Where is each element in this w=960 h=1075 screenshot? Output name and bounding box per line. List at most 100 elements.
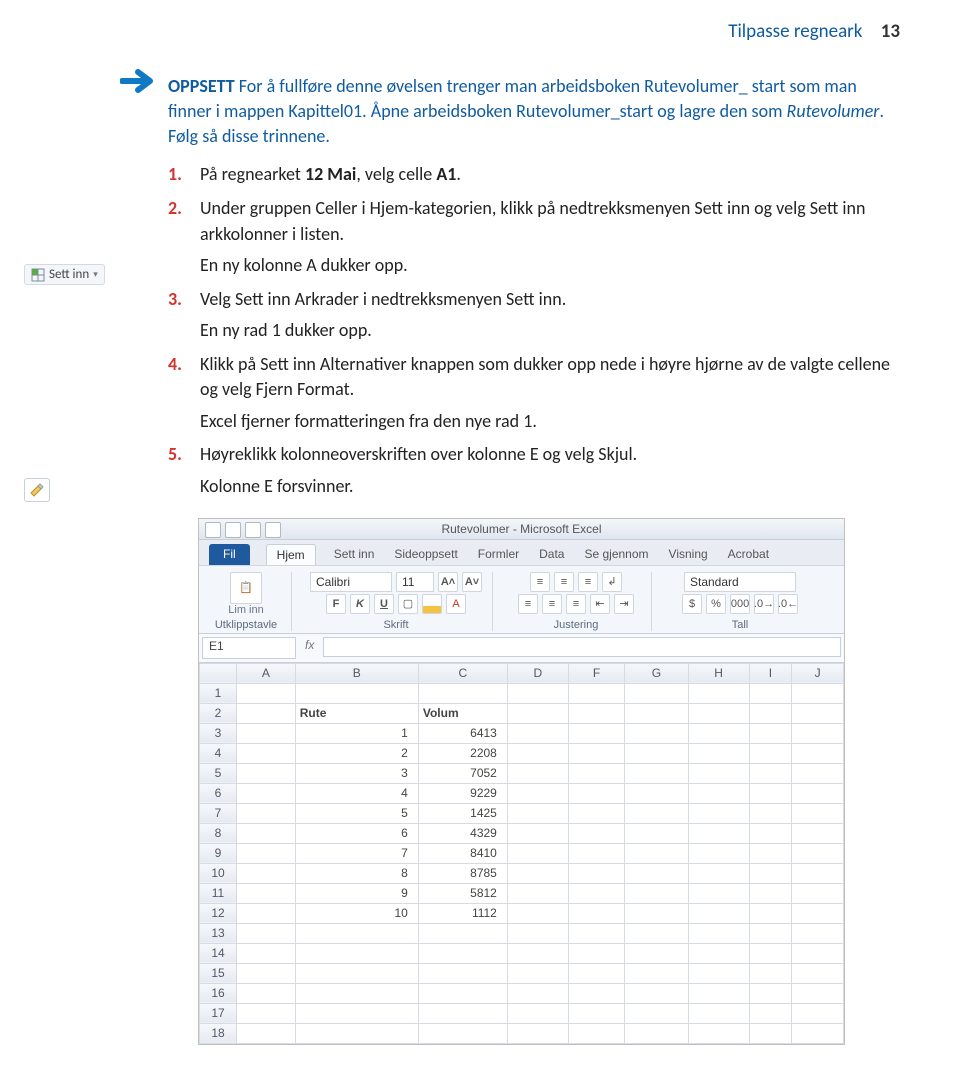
cell[interactable] — [237, 903, 296, 923]
cell[interactable] — [749, 783, 792, 803]
cell[interactable] — [295, 963, 418, 983]
row-header[interactable]: 18 — [200, 1023, 237, 1043]
cell[interactable]: 10 — [295, 903, 418, 923]
cell[interactable] — [418, 1003, 507, 1023]
cell[interactable] — [792, 743, 844, 763]
cell[interactable] — [568, 1023, 624, 1043]
cell[interactable] — [625, 883, 688, 903]
percent-icon[interactable]: % — [706, 594, 726, 614]
cell[interactable] — [792, 683, 844, 703]
col-header[interactable]: I — [749, 663, 792, 683]
col-header[interactable]: J — [792, 663, 844, 683]
cell[interactable] — [507, 863, 568, 883]
cell[interactable] — [792, 963, 844, 983]
cell[interactable] — [688, 723, 749, 743]
cell[interactable] — [792, 1003, 844, 1023]
cell[interactable] — [625, 823, 688, 843]
cell[interactable]: 7 — [295, 843, 418, 863]
worksheet-grid[interactable]: A B C D F G H I J 12RuteVolum31641342220… — [199, 663, 844, 1044]
bold-button[interactable]: F — [326, 594, 346, 614]
cell[interactable] — [507, 903, 568, 923]
cell[interactable]: 9229 — [418, 783, 507, 803]
cell[interactable]: 4 — [295, 783, 418, 803]
cell[interactable] — [507, 883, 568, 903]
cell[interactable] — [625, 763, 688, 783]
cell[interactable] — [749, 843, 792, 863]
cell[interactable] — [418, 1023, 507, 1043]
decrease-indent-icon[interactable]: ⇤ — [590, 594, 610, 614]
name-box[interactable]: E1 — [202, 637, 296, 659]
cell[interactable] — [625, 803, 688, 823]
cell[interactable] — [237, 943, 296, 963]
align-middle-icon[interactable]: ≡ — [554, 572, 574, 592]
col-header[interactable]: B — [295, 663, 418, 683]
row-header[interactable]: 13 — [200, 923, 237, 943]
row-header[interactable]: 9 — [200, 843, 237, 863]
cell[interactable] — [792, 803, 844, 823]
row-header[interactable]: 7 — [200, 803, 237, 823]
cell[interactable]: 5 — [295, 803, 418, 823]
fill-color-icon[interactable] — [422, 594, 442, 614]
grow-font-icon[interactable]: A˄ — [438, 572, 458, 592]
cell[interactable] — [625, 683, 688, 703]
tab-acrobat[interactable]: Acrobat — [726, 544, 771, 565]
row-header[interactable]: 14 — [200, 943, 237, 963]
align-left-icon[interactable]: ≡ — [518, 594, 538, 614]
cell[interactable] — [625, 1023, 688, 1043]
increase-decimal-icon[interactable]: .0→ — [754, 594, 774, 614]
cell[interactable] — [792, 723, 844, 743]
cell[interactable]: 3 — [295, 763, 418, 783]
cell[interactable] — [295, 923, 418, 943]
cell[interactable] — [507, 943, 568, 963]
number-format-combo[interactable]: Standard — [684, 572, 796, 592]
tab-review[interactable]: Se gjennom — [582, 544, 650, 565]
cell[interactable] — [688, 1023, 749, 1043]
cell[interactable] — [568, 903, 624, 923]
cell[interactable] — [568, 683, 624, 703]
cell[interactable] — [418, 963, 507, 983]
cell[interactable] — [625, 923, 688, 943]
cell[interactable] — [418, 943, 507, 963]
cell[interactable] — [625, 963, 688, 983]
cell[interactable] — [568, 843, 624, 863]
row-header[interactable]: 10 — [200, 863, 237, 883]
cell[interactable] — [295, 683, 418, 703]
cell[interactable] — [792, 1023, 844, 1043]
cell[interactable]: 9 — [295, 883, 418, 903]
cell[interactable] — [568, 943, 624, 963]
cell[interactable] — [749, 883, 792, 903]
cell[interactable] — [749, 823, 792, 843]
cell[interactable] — [749, 983, 792, 1003]
align-top-icon[interactable]: ≡ — [530, 572, 550, 592]
row-header[interactable]: 16 — [200, 983, 237, 1003]
cell[interactable] — [688, 923, 749, 943]
cell[interactable] — [568, 763, 624, 783]
cell[interactable] — [688, 703, 749, 723]
borders-icon[interactable]: ▢ — [398, 594, 418, 614]
cell[interactable] — [295, 1003, 418, 1023]
cell[interactable]: 7052 — [418, 763, 507, 783]
cell[interactable]: 6413 — [418, 723, 507, 743]
cell[interactable] — [237, 863, 296, 883]
fx-icon[interactable]: fx — [299, 634, 320, 662]
cell[interactable] — [237, 743, 296, 763]
cell[interactable]: 8410 — [418, 843, 507, 863]
cell[interactable] — [688, 843, 749, 863]
cell[interactable] — [237, 963, 296, 983]
font-size-combo[interactable]: 11 — [396, 572, 434, 592]
cell[interactable] — [792, 983, 844, 1003]
cell[interactable] — [237, 843, 296, 863]
cell[interactable] — [237, 723, 296, 743]
col-header[interactable]: F — [568, 663, 624, 683]
cell[interactable]: 6 — [295, 823, 418, 843]
cell[interactable] — [749, 803, 792, 823]
cell[interactable] — [568, 963, 624, 983]
cell[interactable]: 1 — [295, 723, 418, 743]
cell[interactable]: 1112 — [418, 903, 507, 923]
cell[interactable] — [625, 783, 688, 803]
cell[interactable] — [568, 983, 624, 1003]
row-header[interactable]: 1 — [200, 683, 237, 703]
cell[interactable] — [418, 923, 507, 943]
cell[interactable] — [749, 763, 792, 783]
cell[interactable] — [749, 863, 792, 883]
